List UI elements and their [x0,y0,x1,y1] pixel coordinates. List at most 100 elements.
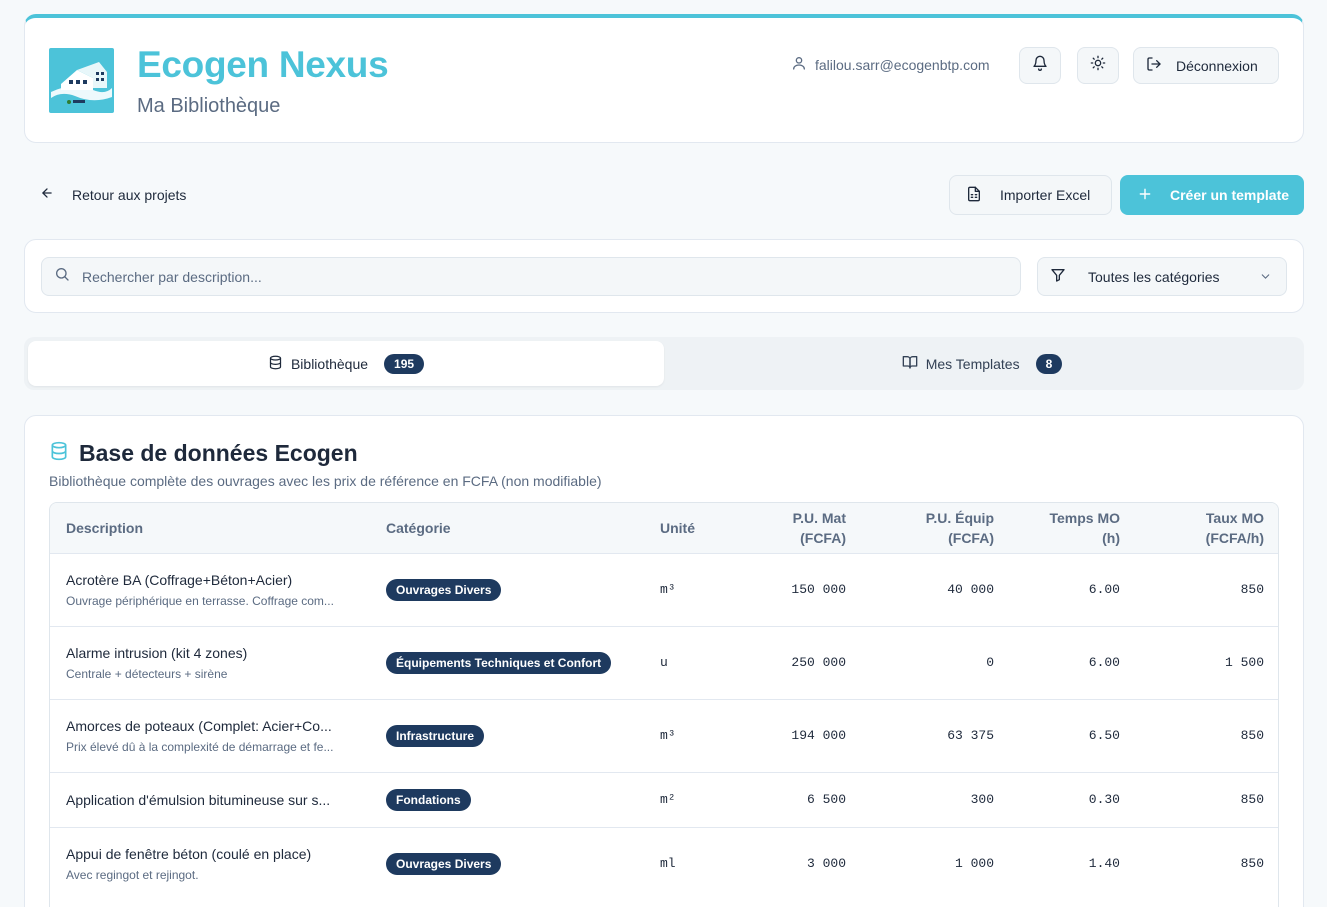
col-pu-mat[interactable]: P.U. Mat (FCFA) [746,503,846,553]
cell-taux-mo: 850 [1120,698,1278,772]
col-temps-mo-line1: Temps MO [1049,509,1120,526]
back-label: Retour aux projets [72,186,187,203]
category-badge: Fondations [386,788,471,811]
filter-icon [1050,267,1066,286]
cell-unit: ml [660,826,746,900]
arrow-left-icon [40,186,54,203]
row-title: Appui de fenêtre béton (coulé en place) [66,845,312,862]
cell-pu-equip: 300 [846,771,994,827]
row-title: Amorces de poteaux (Complet: Acier+Co... [66,717,332,734]
category-badge: Équipements Techniques et Confort [386,651,612,674]
count-badge: 8 [1035,353,1063,374]
cell-pu-mat: 6 500 [746,771,846,827]
col-pu-equip-line1: P.U. Équip [925,509,994,526]
logout-label: Déconnexion [1176,57,1258,74]
cell-temps-mo: 6.50 [994,698,1120,772]
user-info: falilou.sarr@ecogenbtp.com [791,55,990,74]
category-badge: Ouvrages Divers [386,852,502,875]
file-spreadsheet-icon [966,186,982,205]
import-excel-button[interactable]: Importer Excel [949,175,1112,215]
cell-unit: m² [660,771,746,827]
row-title: Alarme intrusion (kit 4 zones) [66,644,248,661]
view-tabs: Bibliothèque 195 Mes Templates 8 [24,337,1304,390]
cell-taux-mo: 850 [1120,826,1278,900]
filter-bar: Toutes les catégories [24,239,1304,313]
category-badge: Ouvrages Divers [386,578,502,601]
table-row[interactable]: Application d'émulsion bitumineuse sur s… [50,771,1278,827]
cell-pu-equip: 1 000 [846,826,994,900]
col-temps-mo-line2: (h) [1102,529,1120,546]
user-email: falilou.sarr@ecogenbtp.com [815,56,990,73]
cell-description: Amorces de poteaux (Complet: Acier+Co...… [50,698,386,772]
cell-temps-mo: 0.30 [994,771,1120,827]
database-icon [268,355,283,373]
row-subtitle: Centrale + détecteurs + sirène [66,666,228,681]
col-category[interactable]: Catégorie [386,503,660,553]
cell-pu-equip: 40 000 [846,552,994,626]
tab-label: Mes Templates [925,355,1020,372]
row-subtitle: Ouvrage périphérique en terrasse. Coffra… [66,593,334,608]
table-row[interactable]: Amorces de poteaux (Complet: Acier+Co...… [50,698,1278,772]
cell-pu-mat: 250 000 [746,625,846,699]
logout-icon [1146,56,1162,75]
cell-description: Alarme intrusion (kit 4 zones) Centrale … [50,625,386,699]
tab-mes-templates[interactable]: Mes Templates 8 [664,341,1300,386]
logout-button[interactable]: Déconnexion [1133,47,1279,84]
search-box[interactable] [41,257,1021,296]
count-badge: 195 [384,353,425,374]
cell-category: Équipements Techniques et Confort [386,625,660,699]
col-pu-mat-line1: P.U. Mat [792,509,846,526]
search-input[interactable] [82,268,982,285]
tab-bibliotheque[interactable]: Bibliothèque 195 [28,341,664,386]
col-unit[interactable]: Unité [660,503,746,553]
cell-unit: m³ [660,698,746,772]
col-temps-mo[interactable]: Temps MO (h) [994,503,1120,553]
cell-unit: u [660,625,746,699]
app-header: Ecogen Nexus Ma Bibliothèque falilou.sar… [24,14,1304,143]
tab-label: Bibliothèque [290,355,369,372]
table-row[interactable]: Appui de fenêtre béton (coulé en place) … [50,826,1278,900]
create-template-button[interactable]: Créer un template [1120,175,1304,215]
theme-toggle-button[interactable] [1077,47,1119,84]
bell-icon [1032,55,1048,76]
plus-icon [1138,187,1152,204]
search-icon [54,266,70,287]
col-taux-mo[interactable]: Taux MO (FCFA/h) [1120,503,1278,553]
cell-taux-mo: 850 [1120,771,1278,827]
cell-temps-mo: 6.00 [994,625,1120,699]
app-title: Ecogen Nexus [137,44,389,85]
back-to-projects-link[interactable]: Retour aux projets [40,186,186,203]
col-pu-equip[interactable]: P.U. Équip (FCFA) [846,503,994,553]
table-row[interactable]: Alarme intrusion (kit 4 zones) Centrale … [50,625,1278,699]
col-description[interactable]: Description [50,503,386,553]
col-taux-mo-line2: (FCFA/h) [1205,529,1264,546]
table-row[interactable]: Acrotère BA (Coffrage+Béton+Acier) Ouvra… [50,552,1278,626]
book-open-icon [902,354,918,373]
cell-pu-mat: 150 000 [746,552,846,626]
row-title: Application d'émulsion bitumineuse sur s… [66,791,331,808]
user-icon [791,55,807,74]
category-select[interactable]: Toutes les catégories [1037,257,1287,296]
row-title: Acrotère BA (Coffrage+Béton+Acier) [66,571,293,588]
cell-category: Ouvrages Divers [386,826,660,900]
cell-category: Fondations [386,771,660,827]
cell-unit: m³ [660,552,746,626]
category-badge: Infrastructure [386,724,485,747]
import-label: Importer Excel [1000,187,1091,203]
cell-taux-mo: 1 500 [1120,625,1278,699]
sun-icon [1090,55,1106,76]
page-subtitle: Ma Bibliothèque [137,95,281,117]
section-title: Base de données Ecogen [49,440,358,467]
col-pu-equip-line2: (FCFA) [948,529,994,546]
cell-pu-mat: 3 000 [746,826,846,900]
row-subtitle: Prix élevé dû à la complexité de démarra… [66,739,334,754]
cell-pu-equip: 63 375 [846,698,994,772]
cell-taux-mo: 850 [1120,552,1278,626]
cell-temps-mo: 6.00 [994,552,1120,626]
cell-temps-mo: 1.40 [994,826,1120,900]
cell-category: Infrastructure [386,698,660,772]
create-label: Créer un template [1170,187,1290,203]
cell-description: Appui de fenêtre béton (coulé en place) … [50,826,386,900]
category-select-value: Toutes les catégories [1088,268,1220,285]
notifications-button[interactable] [1019,47,1061,84]
